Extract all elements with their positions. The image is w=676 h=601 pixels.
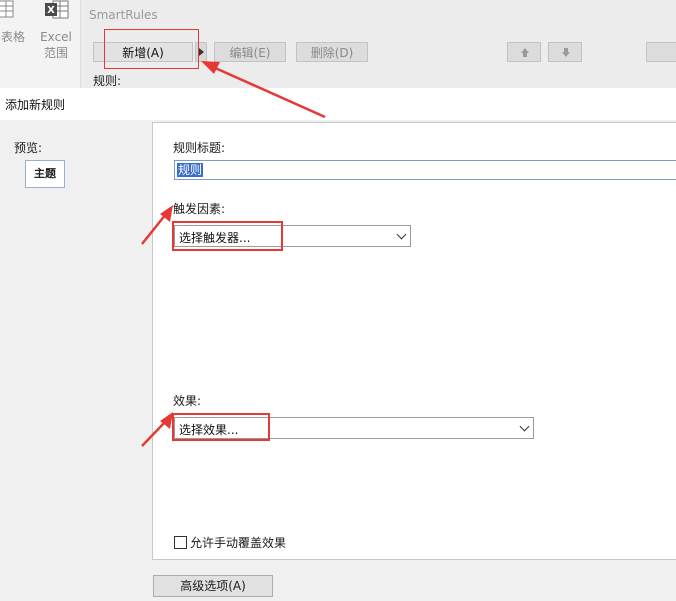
override-checkbox-row[interactable]: 允许手动覆盖效果 xyxy=(174,534,286,551)
svg-text:X: X xyxy=(47,5,55,16)
move-down-button[interactable] xyxy=(548,42,582,62)
chevron-down-icon xyxy=(519,421,530,432)
preview-label: 预览: xyxy=(14,141,43,155)
annotation-box-effect xyxy=(172,413,270,441)
rule-title-label: 规则标题: xyxy=(173,141,226,155)
trigger-label: 触发因素: xyxy=(173,202,226,216)
topic-preview: 主题 xyxy=(25,160,65,188)
override-checkbox[interactable] xyxy=(174,536,187,549)
override-checkbox-label[interactable]: 允许手动覆盖效果 xyxy=(190,536,286,550)
rule-settings-panel xyxy=(152,122,676,560)
edit-rule-button[interactable]: 编辑(E) xyxy=(214,42,286,62)
arrow-down-icon xyxy=(562,52,570,57)
table-icon[interactable] xyxy=(0,0,16,20)
chevron-down-icon xyxy=(396,229,407,240)
excel-label-line1[interactable]: Excel xyxy=(38,30,74,45)
annotation-box-trigger xyxy=(172,221,283,251)
delete-rule-button[interactable]: 删除(D) xyxy=(296,42,368,62)
annotation-box-add xyxy=(104,29,199,69)
table-label[interactable]: 表格 xyxy=(0,30,30,45)
rule-title-value[interactable]: 规则 xyxy=(177,163,204,177)
excel-icon[interactable]: X xyxy=(44,0,70,20)
dialog-title: 添加新规则 xyxy=(5,98,66,112)
dialog-title-bar xyxy=(0,88,676,120)
excel-label-line2[interactable]: 范围 xyxy=(38,46,74,61)
rules-label: 规则: xyxy=(93,74,122,88)
rule-title-input[interactable]: 规则 xyxy=(174,160,676,180)
ribbon-right-button[interactable] xyxy=(646,42,676,62)
effect-label: 效果: xyxy=(173,394,202,408)
smartrules-title: SmartRules xyxy=(89,8,158,22)
move-up-button[interactable] xyxy=(507,42,541,62)
advanced-options-button[interactable]: 高级选项(A) xyxy=(153,575,273,597)
